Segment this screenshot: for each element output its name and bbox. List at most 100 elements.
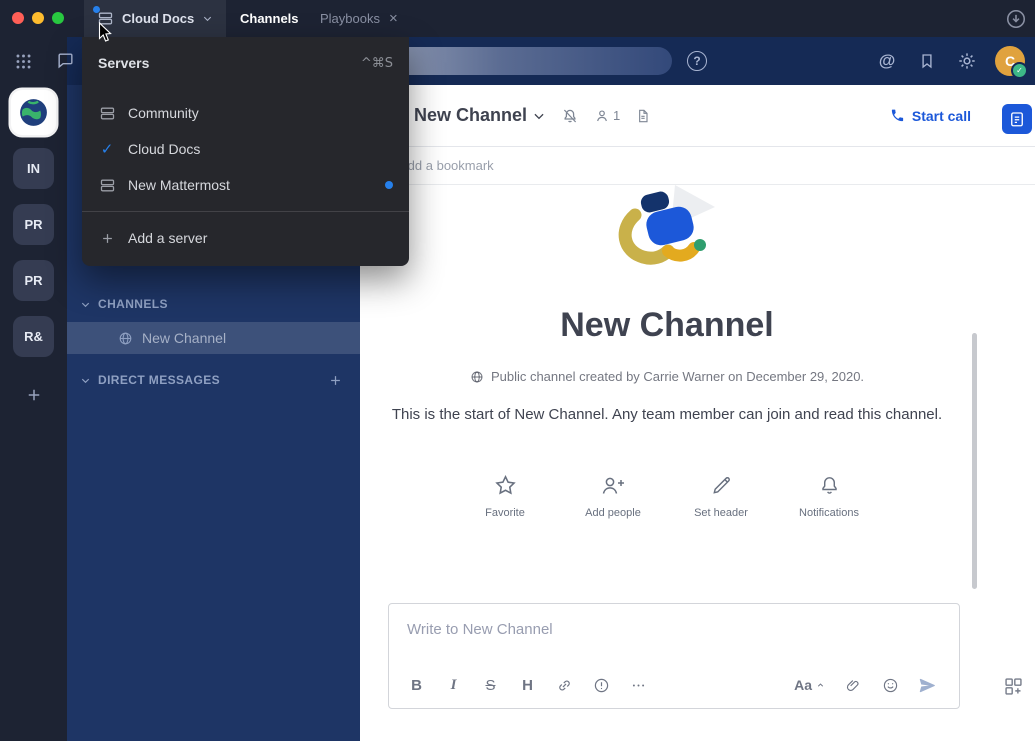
tab-channels-label: Channels bbox=[240, 11, 299, 26]
channel-menu-chevron-icon[interactable] bbox=[532, 109, 546, 123]
bold-button[interactable]: B bbox=[403, 671, 431, 699]
member-count: 1 bbox=[613, 108, 620, 123]
set-header-button[interactable]: Set header bbox=[667, 472, 775, 519]
menu-item-community[interactable]: Community bbox=[82, 95, 409, 131]
online-status-badge: ✓ bbox=[1011, 62, 1028, 79]
server-label: Cloud Docs bbox=[122, 11, 194, 26]
priority-icon bbox=[593, 677, 610, 694]
minimize-window-button[interactable] bbox=[32, 12, 44, 24]
downloads-button[interactable] bbox=[1005, 8, 1027, 30]
settings-button[interactable] bbox=[955, 49, 979, 73]
send-icon bbox=[918, 676, 937, 695]
window-controls bbox=[12, 12, 64, 24]
close-tab-icon[interactable]: × bbox=[389, 11, 398, 26]
main-content: New Channel 1 bbox=[360, 85, 1035, 741]
file-icon bbox=[635, 108, 651, 124]
add-bookmark-button[interactable]: Add a bookmark bbox=[399, 158, 494, 173]
notifications-label: Notifications bbox=[799, 507, 859, 519]
recent-mentions-button[interactable]: @ bbox=[875, 49, 899, 73]
team-initials: PR bbox=[24, 273, 42, 288]
tab-playbooks-label: Playbooks bbox=[320, 11, 380, 26]
channel-intro-illustration bbox=[601, 185, 733, 279]
zoom-window-button[interactable] bbox=[52, 12, 64, 24]
team-avatar[interactable]: PR bbox=[13, 204, 54, 245]
italic-button[interactable]: I bbox=[440, 671, 468, 699]
mute-notifications-button[interactable] bbox=[561, 107, 579, 125]
globe-icon bbox=[118, 331, 133, 346]
channel-intro-meta-text: Public channel created by Carrie Warner … bbox=[491, 369, 864, 384]
tab-playbooks[interactable]: Playbooks × bbox=[320, 0, 398, 37]
heading-button[interactable]: H bbox=[514, 671, 542, 699]
question-mark-icon: ? bbox=[693, 54, 700, 68]
chevron-down-icon bbox=[80, 299, 91, 310]
formatting-toggle-button[interactable]: Aa bbox=[794, 671, 825, 699]
sidebar-item-new-channel[interactable]: New Channel bbox=[67, 322, 360, 354]
scrollbar[interactable] bbox=[972, 333, 977, 589]
attach-file-button[interactable] bbox=[840, 671, 868, 699]
team-avatar[interactable]: PR bbox=[13, 260, 54, 301]
message-input[interactable] bbox=[389, 604, 959, 638]
team-sidebar: IN PR PR R& bbox=[0, 37, 67, 741]
plus-icon bbox=[25, 386, 43, 404]
unread-dot bbox=[385, 181, 393, 189]
strikethrough-button[interactable]: S bbox=[477, 671, 505, 699]
team-avatar[interactable]: IN bbox=[13, 148, 54, 189]
saved-posts-button[interactable] bbox=[915, 49, 939, 73]
add-people-button[interactable]: Add people bbox=[559, 472, 667, 519]
formatting-toggle-label: Aa bbox=[794, 677, 812, 693]
server-unread-dot bbox=[93, 6, 100, 13]
bookmark-icon bbox=[918, 52, 936, 70]
team-avatar[interactable]: R& bbox=[13, 316, 54, 357]
app-window: Cloud Docs Channels Playbooks × bbox=[0, 0, 1035, 741]
team-avatar-selected[interactable] bbox=[11, 90, 56, 135]
help-button[interactable]: ? bbox=[687, 51, 707, 71]
emoji-button[interactable] bbox=[877, 671, 905, 699]
link-icon bbox=[556, 677, 573, 694]
add-direct-message-button[interactable] bbox=[328, 373, 343, 388]
servers-menu-shortcut: ^⌘S bbox=[361, 56, 393, 71]
add-server-label: Add a server bbox=[128, 230, 207, 246]
chevron-down-icon bbox=[202, 13, 213, 24]
team-initials: PR bbox=[24, 217, 42, 232]
send-message-button[interactable] bbox=[914, 671, 942, 699]
chat-bubble-icon bbox=[56, 51, 75, 70]
close-window-button[interactable] bbox=[12, 12, 24, 24]
team-initials: R& bbox=[24, 329, 43, 344]
start-call-button[interactable]: Start call bbox=[890, 108, 971, 124]
server-dropdown-button[interactable]: Cloud Docs bbox=[84, 0, 226, 37]
smiley-icon bbox=[882, 677, 899, 694]
channels-product-button[interactable] bbox=[56, 51, 75, 70]
more-formatting-button[interactable] bbox=[625, 671, 653, 699]
gear-icon bbox=[957, 51, 977, 71]
notifications-button[interactable]: Notifications bbox=[775, 472, 883, 519]
ellipsis-icon bbox=[630, 677, 647, 694]
channel-members-button[interactable]: 1 bbox=[594, 108, 620, 124]
apps-button[interactable] bbox=[1003, 676, 1024, 697]
set-header-label: Set header bbox=[694, 507, 748, 519]
message-priority-button[interactable] bbox=[588, 671, 616, 699]
message-composer: B I S H bbox=[388, 603, 960, 709]
menu-item-new-mattermost[interactable]: New Mattermost bbox=[82, 167, 409, 203]
direct-messages-category[interactable]: DIRECT MESSAGES bbox=[67, 366, 360, 394]
add-team-button[interactable] bbox=[13, 374, 54, 415]
person-plus-icon bbox=[599, 472, 627, 498]
product-switcher-button[interactable] bbox=[14, 52, 33, 71]
link-button[interactable] bbox=[551, 671, 579, 699]
channel-title[interactable]: New Channel bbox=[414, 105, 527, 126]
playbooks-app-button[interactable] bbox=[1002, 104, 1032, 134]
menu-item-cloud-docs[interactable]: ✓ Cloud Docs bbox=[82, 131, 409, 167]
favorite-button[interactable]: Favorite bbox=[451, 472, 559, 519]
search-input[interactable] bbox=[365, 47, 672, 75]
channel-intro-actions: Favorite Add people Set header bbox=[360, 472, 974, 519]
user-avatar[interactable]: C ✓ bbox=[995, 46, 1025, 76]
at-mention-icon: @ bbox=[879, 51, 896, 71]
server-icon bbox=[97, 10, 114, 27]
channels-category[interactable]: CHANNELS bbox=[67, 290, 360, 318]
add-people-label: Add people bbox=[585, 507, 641, 519]
add-server-button[interactable]: Add a server bbox=[82, 220, 409, 256]
channel-files-button[interactable] bbox=[635, 108, 651, 124]
channels-category-label: CHANNELS bbox=[98, 297, 168, 311]
menu-item-label: New Mattermost bbox=[128, 177, 230, 193]
tab-channels[interactable]: Channels bbox=[240, 0, 299, 37]
channel-intro: New Channel Public channel created by Ca… bbox=[360, 185, 974, 519]
